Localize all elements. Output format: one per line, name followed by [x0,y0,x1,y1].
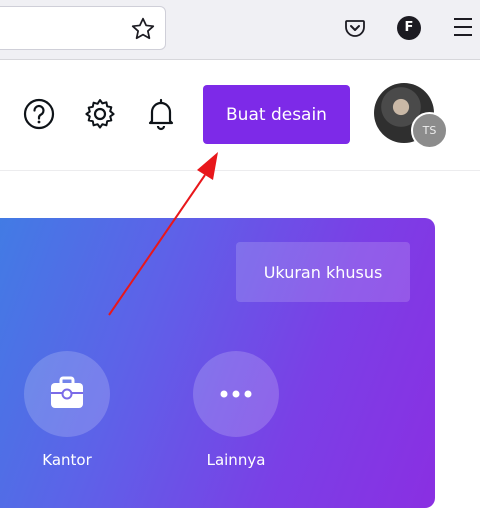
category-kantor-button[interactable] [24,351,110,437]
profile-icon[interactable]: F [397,16,421,40]
browser-toolbar: F [0,0,480,60]
bookmark-star-icon[interactable] [130,16,156,42]
notification-bell-icon[interactable] [144,97,178,131]
custom-size-button[interactable]: Ukuran khusus [236,242,410,302]
avatar-team-badge[interactable]: TS [411,112,448,149]
category-lainnya-label: Lainnya [206,451,266,469]
category-kantor-label: Kantor [42,451,92,469]
category-lainnya-button[interactable] [193,351,279,437]
help-icon[interactable] [22,97,56,131]
more-dots-icon [220,390,252,398]
create-design-button[interactable]: Buat desain [203,85,350,144]
pocket-icon[interactable] [343,16,367,40]
app-header: Buat desain TS [0,60,480,171]
briefcase-icon [51,376,83,408]
settings-gear-icon[interactable] [83,97,117,131]
hamburger-menu-icon[interactable] [454,18,476,38]
